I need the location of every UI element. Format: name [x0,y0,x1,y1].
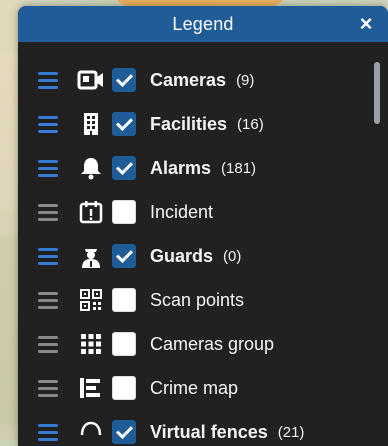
legend-header: Legend × [18,6,388,42]
legend-item-count: (16) [237,115,264,133]
legend-item-virtual-fences[interactable]: Virtual fences (21) [18,410,358,446]
qr-code-icon [76,285,106,315]
legend-item-guards[interactable]: Guards (0) [18,234,358,278]
legend-item-label: Scan points [150,289,245,310]
building-icon [76,109,106,139]
crime-map-checkbox[interactable] [112,376,136,400]
scrollbar-thumb[interactable] [374,62,380,124]
legend-item-scan-points[interactable]: Scan points [18,278,358,322]
guards-checkbox[interactable] [112,244,136,268]
legend-item-label: Crime map [150,377,239,398]
legend-body[interactable]: Cameras (9) Facilities (16) Alarms (181)… [18,42,388,446]
drag-handle-icon[interactable] [38,332,62,356]
incident-checkbox[interactable] [112,200,136,224]
legend-item-label: Facilities [150,113,228,134]
drag-handle-icon[interactable] [38,112,62,136]
legend-item-count: (9) [236,71,255,89]
drag-handle-icon[interactable] [38,288,62,312]
drag-handle-icon[interactable] [38,200,62,224]
fence-icon [76,417,106,446]
virtual-fences-checkbox[interactable] [112,420,136,444]
legend-item-alarms[interactable]: Alarms (181) [18,146,358,190]
legend-item-label: Incident [150,201,214,222]
scan-points-checkbox[interactable] [112,288,136,312]
legend-item-label: Virtual fences [150,421,268,442]
legend-item-label: Guards [150,245,214,266]
facilities-checkbox[interactable] [112,112,136,136]
drag-handle-icon[interactable] [38,156,62,180]
close-button[interactable]: × [354,12,378,36]
legend-item-facilities[interactable]: Facilities (16) [18,102,358,146]
guard-icon [76,241,106,271]
legend-title: Legend [172,13,234,34]
legend-item-cameras-group[interactable]: Cameras group [18,322,358,366]
drag-handle-icon[interactable] [38,420,62,444]
legend-item-label: Alarms [150,157,212,178]
grid-icon [76,329,106,359]
legend-item-label: Cameras group [150,333,275,354]
calendar-alert-icon [76,197,106,227]
map-road [0,0,20,440]
cameras-checkbox[interactable] [112,68,136,92]
cameras-group-checkbox[interactable] [112,332,136,356]
legend-item-label: Cameras [150,69,227,90]
crime-map-icon [76,373,106,403]
legend-item-count: (21) [277,423,305,441]
legend-panel: Legend × Cameras (9) Facilities (16) Ala… [18,6,388,446]
drag-handle-icon[interactable] [38,244,62,268]
legend-item-crime-map[interactable]: Crime map [18,366,358,410]
camera-icon [76,65,106,95]
drag-handle-icon[interactable] [38,68,62,92]
alarms-checkbox[interactable] [112,156,136,180]
legend-item-count: (181) [221,159,257,177]
drag-handle-icon[interactable] [38,376,62,400]
legend-item-incident[interactable]: Incident [18,190,358,234]
legend-item-count: (0) [223,247,242,265]
bell-icon [76,153,106,183]
legend-item-cameras[interactable]: Cameras (9) [18,58,358,102]
